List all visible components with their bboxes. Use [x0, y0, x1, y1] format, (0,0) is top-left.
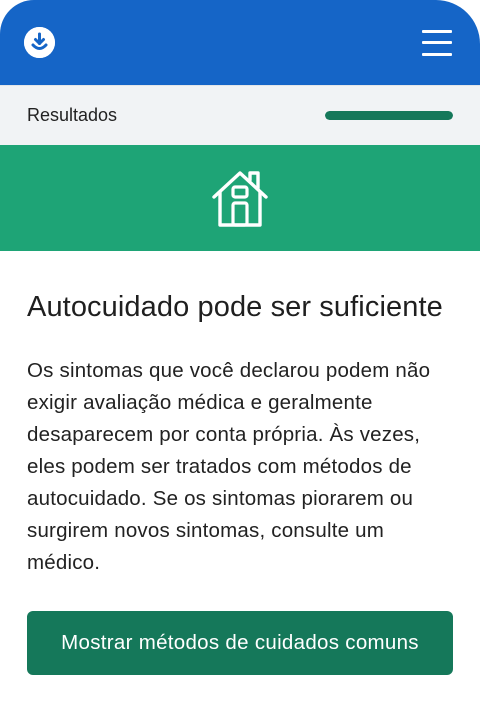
- support-face-icon[interactable]: [24, 27, 55, 58]
- house-icon: [212, 171, 268, 227]
- result-banner: [0, 145, 480, 251]
- progress-bar: [325, 111, 453, 120]
- progress-section: Resultados: [0, 85, 480, 145]
- menu-line: [422, 41, 452, 44]
- result-content: Autocuidado pode ser suficiente Os sinto…: [0, 251, 480, 675]
- result-description: Os sintomas que você declarou podem não …: [27, 359, 431, 574]
- progress-bar-fill: [325, 111, 453, 120]
- app-frame: Resultados Autocuidado pode ser suficien…: [0, 0, 480, 718]
- result-title: Autocuidado pode ser suficiente: [27, 291, 443, 323]
- menu-line: [422, 29, 452, 33]
- hamburger-menu-icon[interactable]: [422, 29, 452, 56]
- show-methods-button[interactable]: Mostrar métodos de cuidados comuns: [27, 611, 453, 675]
- progress-label: Resultados: [27, 105, 118, 125]
- top-bar: [0, 0, 480, 85]
- menu-line: [422, 52, 452, 56]
